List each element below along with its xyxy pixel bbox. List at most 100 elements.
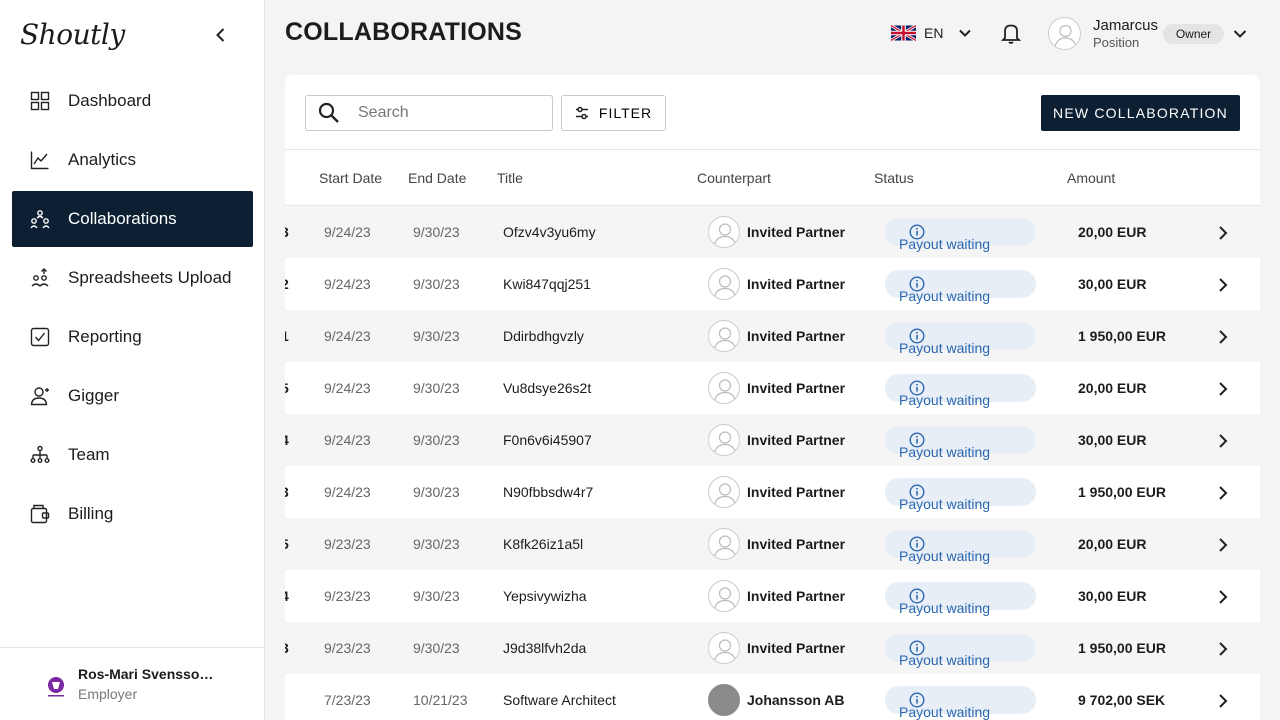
sidebar-item-label: Gigger [68, 386, 120, 405]
chevron-right-icon[interactable] [1215, 693, 1231, 709]
table-row[interactable]: 2 9/24/23 9/30/23 Kwi847qqj251 Invited P… [285, 258, 1260, 310]
dashboard-icon [30, 91, 50, 111]
filter-button[interactable]: FILTER [561, 95, 666, 131]
table-row[interactable]: 3 9/24/23 9/30/23 N90fbbsdw4r7 Invited P… [285, 466, 1260, 518]
table-row[interactable]: 3 9/24/23 9/30/23 Ofzv4v3yu6my Invited P… [285, 206, 1260, 258]
company-logo-icon [48, 677, 64, 697]
company-switcher[interactable]: Ros-Mari Svensso… Employer [0, 647, 265, 720]
chevron-right-icon[interactable] [1215, 277, 1231, 293]
counterpart-avatar [708, 320, 740, 352]
table-row[interactable]: 4 9/23/23 9/30/23 Yepsivywizha Invited P… [285, 570, 1260, 622]
filter-label: FILTER [598, 105, 653, 121]
sidebar-item-spreadsheets-upload[interactable]: Spreadsheets Upload [12, 250, 253, 306]
table-row[interactable]: 5 9/24/23 9/30/23 Vu8dsye26s2t Invited P… [285, 362, 1260, 414]
collapse-sidebar-icon[interactable] [212, 26, 230, 44]
chevron-down-icon[interactable] [1232, 26, 1248, 42]
collaborations-card: FILTER NEW COLLABORATION Start Date End … [285, 75, 1260, 720]
row-amount: 1 950,00 EUR [1078, 484, 1166, 500]
status-badge: Payout waiting [885, 478, 1036, 512]
column-header-title[interactable]: Title [497, 170, 523, 186]
filter-sliders-icon [575, 106, 588, 120]
language-selector[interactable]: EN [891, 22, 972, 44]
counterpart-avatar [708, 476, 740, 508]
spreadsheet-upload-icon [30, 268, 50, 288]
row-id: 3 [285, 224, 289, 240]
row-counterpart: Invited Partner [747, 432, 846, 448]
role-badge: Owner [1163, 24, 1224, 44]
row-id: 4 [285, 432, 289, 448]
sidebar-item-analytics[interactable]: Analytics [12, 132, 253, 188]
status-badge: Payout waiting [885, 582, 1036, 616]
company-avatar [708, 684, 740, 716]
status-badge: Payout waiting [885, 374, 1036, 408]
row-counterpart: Invited Partner [747, 328, 846, 344]
table-row[interactable]: 1 9/24/23 9/30/23 Ddirbdhgvzly Invited P… [285, 310, 1260, 362]
column-header-start-date[interactable]: Start Date [319, 170, 382, 186]
row-end-date: 9/30/23 [413, 224, 460, 240]
company-role: Employer [78, 686, 138, 702]
status-text: Payout waiting [899, 444, 991, 460]
status-badge: Payout waiting [885, 218, 1036, 252]
row-end-date: 9/30/23 [413, 328, 460, 344]
counterpart-avatar [708, 424, 740, 456]
user-position: Position [1093, 35, 1140, 50]
chevron-right-icon[interactable] [1215, 381, 1231, 397]
status-text: Payout waiting [899, 496, 991, 512]
chevron-right-icon[interactable] [1215, 329, 1231, 345]
sidebar-item-collaborations[interactable]: Collaborations [12, 191, 253, 247]
row-amount: 30,00 EUR [1078, 276, 1147, 292]
column-header-counterpart[interactable]: Counterpart [697, 170, 771, 186]
sidebar-item-label: Spreadsheets Upload [68, 268, 232, 287]
column-header-status[interactable]: Status [874, 170, 914, 186]
row-amount: 1 950,00 EUR [1078, 328, 1166, 344]
reporting-icon [30, 327, 50, 347]
row-end-date: 9/30/23 [413, 484, 460, 500]
sidebar-item-billing[interactable]: Billing [12, 486, 253, 542]
row-start-date: 9/24/23 [324, 380, 371, 396]
chevron-right-icon[interactable] [1215, 433, 1231, 449]
sidebar-item-label: Reporting [68, 327, 142, 346]
notification-bell-icon[interactable] [1001, 22, 1021, 44]
table-row[interactable]: 5 9/23/23 9/30/23 K8fk26iz1a5l Invited P… [285, 518, 1260, 570]
user-avatar[interactable] [1048, 17, 1081, 50]
search-box[interactable] [305, 95, 553, 131]
chevron-right-icon[interactable] [1215, 589, 1231, 605]
sidebar-item-gigger[interactable]: Gigger [12, 368, 253, 424]
shoutly-logo[interactable]: Shoutly [20, 18, 125, 51]
column-header-end-date[interactable]: End Date [408, 170, 466, 186]
status-badge: Payout waiting [885, 530, 1036, 564]
sidebar-item-team[interactable]: Team [12, 427, 253, 483]
sidebar-item-reporting[interactable]: Reporting [12, 309, 253, 365]
counterpart-avatar [708, 268, 740, 300]
table-row[interactable]: 7/23/23 10/21/23 Software Architect Joha… [285, 674, 1260, 720]
row-start-date: 7/23/23 [324, 692, 371, 708]
counterpart-avatar [708, 372, 740, 404]
status-text: Payout waiting [899, 652, 991, 668]
row-start-date: 9/24/23 [324, 276, 371, 292]
row-id: 4 [285, 588, 289, 604]
row-id: 3 [285, 484, 289, 500]
chevron-right-icon[interactable] [1215, 225, 1231, 241]
collaborations-icon [30, 209, 50, 229]
sidebar-item-label: Dashboard [68, 91, 152, 110]
row-id: 1 [285, 328, 289, 344]
search-input[interactable] [358, 104, 538, 122]
chevron-right-icon[interactable] [1215, 641, 1231, 657]
chevron-right-icon[interactable] [1215, 537, 1231, 553]
row-start-date: 9/24/23 [324, 328, 371, 344]
sidebar-item-dashboard[interactable]: Dashboard [12, 73, 253, 129]
table-row[interactable]: 4 9/24/23 9/30/23 F0n6v6i45907 Invited P… [285, 414, 1260, 466]
row-title: Kwi847qqj251 [503, 276, 591, 292]
row-start-date: 9/23/23 [324, 640, 371, 656]
row-end-date: 9/30/23 [413, 640, 460, 656]
column-header-amount[interactable]: Amount [1067, 170, 1115, 186]
chevron-right-icon[interactable] [1215, 485, 1231, 501]
gigger-icon [30, 386, 50, 406]
row-title: Software Architect [503, 692, 616, 708]
table-row[interactable]: 3 9/23/23 9/30/23 J9d38lfvh2da Invited P… [285, 622, 1260, 674]
new-collaboration-button[interactable]: NEW COLLABORATION [1041, 95, 1240, 131]
row-counterpart: Invited Partner [747, 536, 846, 552]
team-icon [30, 445, 50, 465]
row-id: 3 [285, 640, 289, 656]
table-body: 3 9/24/23 9/30/23 Ofzv4v3yu6my Invited P… [285, 206, 1260, 720]
